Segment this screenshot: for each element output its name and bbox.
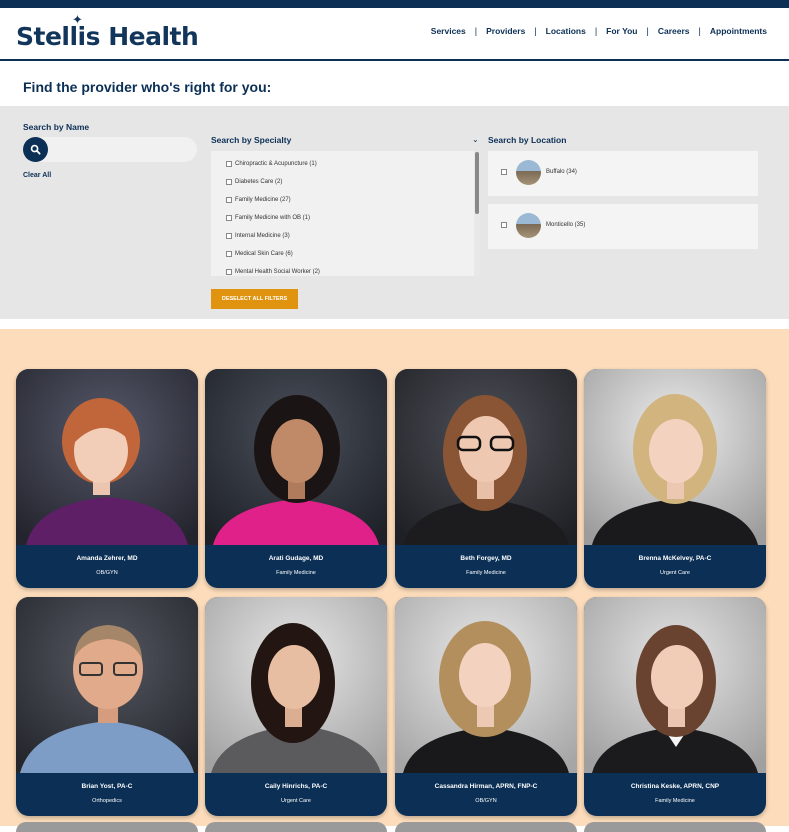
specialty-option[interactable]: Mental Health Social Worker (2) bbox=[211, 263, 480, 276]
provider-photo bbox=[16, 369, 198, 545]
nav-separator: | bbox=[646, 26, 649, 36]
name-search-box bbox=[23, 137, 197, 162]
nav-careers[interactable]: Careers bbox=[658, 26, 690, 36]
specialty-option-label: Chiropractic & Acupuncture (1) bbox=[235, 161, 317, 167]
location-thumbnail bbox=[516, 160, 541, 185]
specialty-option-label: Medical Skin Care (6) bbox=[235, 251, 293, 257]
location-thumbnail bbox=[516, 213, 541, 238]
provider-name: Cassandra Hirman, APRN, FNP-C bbox=[434, 783, 538, 790]
page-title: Find the provider who's right for you: bbox=[23, 79, 272, 95]
provider-specialty: OB/GYN bbox=[475, 798, 497, 804]
location-option[interactable]: Monticello (35) bbox=[488, 204, 758, 249]
checkbox[interactable] bbox=[226, 215, 232, 221]
specialty-option-label: Family Medicine with OB (1) bbox=[235, 215, 311, 221]
provider-specialty: Family Medicine bbox=[466, 570, 506, 576]
provider-photo bbox=[16, 597, 198, 773]
provider-photo bbox=[395, 597, 577, 773]
nav-for-you[interactable]: For You bbox=[606, 26, 637, 36]
checkbox[interactable] bbox=[501, 222, 507, 228]
nav-locations[interactable]: Locations bbox=[546, 26, 586, 36]
nav-separator: | bbox=[698, 26, 701, 36]
search-button[interactable] bbox=[23, 137, 48, 162]
nav-services[interactable]: Services bbox=[431, 26, 466, 36]
provider-name: Caily Hinrichs, PA-C bbox=[264, 783, 328, 790]
checkbox[interactable] bbox=[501, 169, 507, 175]
provider-card[interactable]: Brenna McKelvey, PA-C Urgent Care bbox=[584, 369, 766, 588]
location-option-label: Monticello (35) bbox=[546, 222, 586, 228]
search-by-specialty-label: Search by Specialty bbox=[211, 135, 292, 145]
search-by-name-label: Search by Name bbox=[23, 122, 90, 132]
provider-card-partial[interactable] bbox=[16, 822, 198, 832]
filter-panel: Search by Name Clear All Search by Speci… bbox=[0, 106, 789, 319]
main-nav: Services | Providers | Locations | For Y… bbox=[431, 26, 767, 36]
provider-photo bbox=[395, 369, 577, 545]
provider-photo bbox=[205, 369, 387, 545]
provider-specialty: Family Medicine bbox=[276, 570, 316, 576]
provider-name: Beth Forgey, MD bbox=[460, 555, 512, 562]
top-accent-bar bbox=[0, 0, 789, 8]
search-by-location-label: Search by Location bbox=[488, 135, 567, 145]
site-header: Stellis Health ✦ Services | Providers | … bbox=[0, 8, 789, 61]
specialty-scrollbar[interactable] bbox=[474, 151, 480, 276]
stellis-health-logo[interactable]: Stellis Health ✦ bbox=[16, 13, 199, 51]
provider-card-partial[interactable] bbox=[584, 822, 766, 832]
specialty-option-label: Family Medicine (27) bbox=[235, 197, 291, 203]
nav-appointments[interactable]: Appointments bbox=[710, 26, 767, 36]
star-icon: ✦ bbox=[72, 13, 83, 28]
deselect-all-filters-button[interactable]: DESELECT ALL FILTERS bbox=[211, 289, 298, 309]
provider-specialty: Urgent Care bbox=[660, 570, 690, 576]
provider-specialty: Urgent Care bbox=[281, 798, 311, 804]
clear-all-link[interactable]: Clear All bbox=[23, 172, 51, 179]
provider-card[interactable]: Arati Gudage, MD Family Medicine bbox=[205, 369, 387, 588]
checkbox[interactable] bbox=[226, 179, 232, 185]
provider-name: Brian Yost, PA-C bbox=[81, 783, 133, 790]
checkbox[interactable] bbox=[226, 269, 232, 275]
chevron-down-icon[interactable]: ⌄ bbox=[472, 135, 479, 144]
provider-card[interactable]: Caily Hinrichs, PA-C Urgent Care bbox=[205, 597, 387, 816]
provider-name: Amanda Zehrer, MD bbox=[76, 555, 138, 562]
provider-photo bbox=[584, 597, 766, 773]
provider-card[interactable]: Brian Yost, PA-C Orthopedics bbox=[16, 597, 198, 816]
provider-card[interactable]: Cassandra Hirman, APRN, FNP-C OB/GYN bbox=[395, 597, 577, 816]
nav-separator: | bbox=[474, 26, 478, 36]
specialty-option[interactable]: Family Medicine (27) bbox=[211, 191, 480, 209]
checkbox[interactable] bbox=[226, 161, 232, 167]
nav-separator: | bbox=[534, 26, 537, 36]
provider-photo bbox=[205, 597, 387, 773]
provider-name: Arati Gudage, MD bbox=[268, 555, 324, 562]
provider-specialty: Orthopedics bbox=[92, 798, 122, 804]
provider-name: Brenna McKelvey, PA-C bbox=[638, 555, 712, 562]
specialty-option[interactable]: Medical Skin Care (6) bbox=[211, 245, 480, 263]
location-option-label: Buffalo (34) bbox=[546, 169, 577, 175]
search-icon bbox=[30, 144, 41, 155]
provider-photo bbox=[584, 369, 766, 545]
provider-specialty: Family Medicine bbox=[655, 798, 695, 804]
specialty-option[interactable]: Chiropractic & Acupuncture (1) bbox=[211, 155, 480, 173]
name-search-input[interactable] bbox=[51, 141, 191, 158]
specialty-option-label: Mental Health Social Worker (2) bbox=[235, 269, 320, 275]
specialty-list: Chiropractic & Acupuncture (1) Diabetes … bbox=[211, 151, 480, 276]
provider-card[interactable]: Christina Keske, APRN, CNP Family Medici… bbox=[584, 597, 766, 816]
checkbox[interactable] bbox=[226, 251, 232, 257]
scrollbar-thumb[interactable] bbox=[475, 152, 479, 214]
specialty-option-label: Diabetes Care (2) bbox=[235, 179, 283, 185]
nav-separator: | bbox=[594, 26, 598, 36]
checkbox[interactable] bbox=[226, 233, 232, 239]
provider-card-partial[interactable] bbox=[205, 822, 387, 832]
specialty-option-label: Internal Medicine (3) bbox=[235, 233, 290, 239]
provider-name: Christina Keske, APRN, CNP bbox=[630, 783, 720, 790]
logo-text: Stellis Health bbox=[16, 22, 199, 51]
provider-card-partial[interactable] bbox=[395, 822, 577, 832]
provider-card[interactable]: Beth Forgey, MD Family Medicine bbox=[395, 369, 577, 588]
location-option[interactable]: Buffalo (34) bbox=[488, 151, 758, 196]
nav-providers[interactable]: Providers bbox=[486, 26, 525, 36]
checkbox[interactable] bbox=[226, 197, 232, 203]
provider-specialty: OB/GYN bbox=[96, 570, 118, 576]
specialty-option[interactable]: Diabetes Care (2) bbox=[211, 173, 480, 191]
provider-card[interactable]: Amanda Zehrer, MD OB/GYN bbox=[16, 369, 198, 588]
specialty-option[interactable]: Internal Medicine (3) bbox=[211, 227, 480, 245]
specialty-option[interactable]: Family Medicine with OB (1) bbox=[211, 209, 480, 227]
